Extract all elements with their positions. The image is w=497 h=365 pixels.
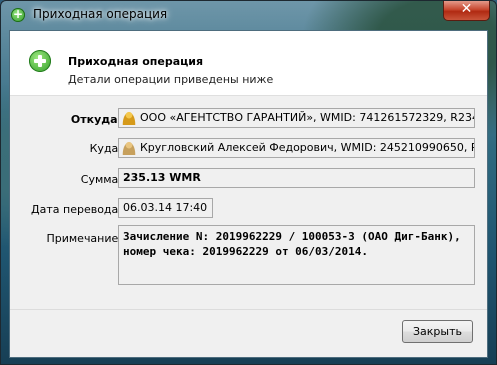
- date-label: Дата перевода:: [31, 203, 122, 216]
- from-value: ООО «АГЕНТСТВО ГАРАНТИЙ», WMID: 74126157…: [140, 111, 475, 124]
- amount-field[interactable]: 235.13 WMR: [118, 168, 475, 188]
- date-field[interactable]: 06.03.14 17:40: [118, 198, 213, 218]
- add-icon: +: [11, 7, 25, 22]
- dialog-body: Приходная операция Детали операции приве…: [9, 30, 488, 358]
- dialog-window: + Приходная операция ✕ Приходная операци…: [0, 0, 497, 365]
- header-panel: Приходная операция Детали операции приве…: [10, 31, 487, 96]
- amount-label: Сумма:: [80, 173, 122, 186]
- title-bar[interactable]: + Приходная операция ✕: [1, 1, 496, 29]
- note-label: Примечание:: [46, 232, 122, 245]
- to-value: Кругловский Алексей Федорович, WMID: 245…: [140, 141, 475, 154]
- person-gold-icon: [122, 111, 136, 125]
- from-field[interactable]: ООО «АГЕНТСТВО ГАРАНТИЙ», WMID: 74126157…: [118, 108, 475, 128]
- from-label: Откуда:: [70, 113, 122, 126]
- add-icon: [29, 50, 51, 72]
- header-subtitle: Детали операции приведены ниже: [68, 73, 274, 86]
- person-icon: [122, 141, 136, 155]
- to-field[interactable]: Кругловский Алексей Федорович, WMID: 245…: [118, 138, 475, 158]
- header-title: Приходная операция: [68, 55, 204, 68]
- note-field[interactable]: Зачисление N: 2019962229 / 100053-3 (ОАО…: [118, 225, 475, 285]
- close-window-button[interactable]: ✕: [443, 1, 490, 21]
- window-title: Приходная операция: [33, 7, 168, 21]
- dialog-footer: Закрыть: [10, 309, 487, 357]
- close-button[interactable]: Закрыть: [402, 320, 473, 343]
